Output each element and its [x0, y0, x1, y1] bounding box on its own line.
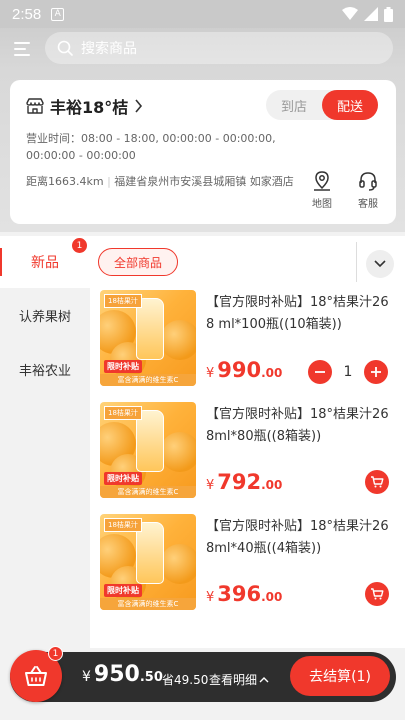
map-label: 地图: [312, 199, 332, 210]
savings-text: 省49.50: [162, 673, 209, 687]
product-card[interactable]: 18桔果汁 限时补贴 富含满满的维生素C 【官方限时补贴】18°桔果汁268 m…: [90, 288, 405, 398]
product-price: ¥ 990 .00: [206, 358, 283, 382]
status-icons: [342, 6, 393, 22]
category-sidebar: 认养果树 丰裕农业: [0, 288, 90, 608]
product-list: 18桔果汁 限时补贴 富含满满的维生素C 【官方限时补贴】18°桔果汁268 m…: [90, 288, 405, 648]
store-icon: [26, 98, 44, 114]
search-icon: [57, 40, 73, 56]
store-distance: 距离1663.4km: [26, 175, 104, 188]
map-button[interactable]: 地图: [304, 170, 340, 210]
notification-icon: A: [51, 7, 65, 21]
checkout-button[interactable]: 去结算(1): [290, 656, 390, 696]
store-name: 丰裕18°桔: [50, 98, 129, 117]
store-address: 福建省泉州市安溪县城厢镇 如家酒店: [114, 175, 294, 188]
quantity-stepper: 1: [308, 360, 388, 384]
cart-icon: [371, 476, 384, 488]
expand-categories-button[interactable]: [366, 250, 394, 278]
product-image[interactable]: 18桔果汁 限时补贴 富含满满的维生素C: [100, 402, 196, 498]
image-tag: 18桔果汁: [104, 518, 142, 532]
image-promo: 限时补贴: [104, 360, 142, 373]
mode-pickup[interactable]: 到店: [266, 90, 322, 120]
plus-icon: [371, 367, 381, 377]
wifi-icon: [342, 7, 358, 20]
map-pin-icon: [314, 171, 330, 191]
chevron-down-icon: [374, 260, 386, 268]
image-promo: 限时补贴: [104, 472, 142, 485]
sidebar-item-adopt-tree[interactable]: 认养果树: [0, 288, 90, 342]
product-image[interactable]: 18桔果汁 限时补贴 富含满满的维生素C: [100, 290, 196, 386]
cart-count-badge: 1: [48, 646, 63, 661]
product-title[interactable]: 【官方限时补贴】18°桔果汁268ml*80瓶((8箱装)): [206, 404, 396, 448]
tab-new-badge: 1: [72, 238, 87, 253]
status-bar: 2:58 A: [0, 0, 405, 28]
chevron-right-icon: [135, 99, 143, 113]
battery-icon: [384, 6, 393, 22]
status-time: 2:58: [12, 5, 42, 23]
product-card[interactable]: 18桔果汁 限时补贴 富含满满的维生素C 【官方限时补贴】18°桔果汁268ml…: [90, 512, 405, 622]
product-price: ¥ 396 .00: [206, 582, 283, 606]
cart-total: ¥ 950 .50: [82, 662, 163, 687]
store-location: 距离1663.4km | 福建省泉州市安溪县城厢镇 如家酒店: [26, 175, 294, 188]
search-placeholder: 搜索商品: [81, 41, 137, 57]
category-tabs: 新品 1 全部商品: [0, 236, 405, 288]
product-image[interactable]: 18桔果汁 限时补贴 富含满满的维生素C: [100, 514, 196, 610]
minus-icon: [315, 371, 325, 373]
quantity-value: 1: [343, 364, 353, 380]
image-strip: 富含满满的维生素C: [100, 374, 196, 386]
menu-icon[interactable]: [14, 39, 36, 59]
headset-icon: [359, 172, 377, 191]
product-price: ¥ 792 .00: [206, 470, 283, 494]
store-name-link[interactable]: 丰裕18°桔: [26, 94, 143, 118]
product-title[interactable]: 【官方限时补贴】18°桔果汁268 ml*100瓶((10箱装)): [206, 292, 396, 336]
cart-icon: [371, 588, 384, 600]
increase-button[interactable]: [364, 360, 388, 384]
product-card[interactable]: 18桔果汁 限时补贴 富含满满的维生素C 【官方限时补贴】18°桔果汁268ml…: [90, 400, 405, 510]
shopping-basket-icon: [25, 666, 47, 686]
signal-icon: [364, 7, 378, 21]
search-input[interactable]: 搜索商品: [45, 32, 393, 64]
image-strip: 富含满满的维生素C: [100, 486, 196, 498]
chevron-up-icon: [259, 677, 269, 683]
view-details-link[interactable]: 查看明细: [209, 671, 269, 688]
decrease-button[interactable]: [308, 360, 332, 384]
image-promo: 限时补贴: [104, 584, 142, 597]
image-tag: 18桔果汁: [104, 294, 142, 308]
add-to-cart-button[interactable]: [365, 582, 389, 606]
product-title[interactable]: 【官方限时补贴】18°桔果汁268ml*40瓶((4箱装)): [206, 516, 396, 560]
sidebar-item-fengyu-agriculture[interactable]: 丰裕农业: [0, 342, 90, 396]
tab-all-products[interactable]: 全部商品: [98, 248, 178, 276]
divider: [356, 242, 357, 282]
image-strip: 富含满满的维生素C: [100, 598, 196, 610]
fulfillment-toggle: 到店 配送: [266, 90, 378, 120]
add-to-cart-button[interactable]: [365, 470, 389, 494]
image-tag: 18桔果汁: [104, 406, 142, 420]
store-card: 丰裕18°桔 到店 配送 营业时间：08:00 - 18:00, 00:00:0…: [10, 80, 396, 224]
service-label: 客服: [358, 199, 378, 210]
mode-delivery[interactable]: 配送: [322, 90, 378, 120]
customer-service-button[interactable]: 客服: [350, 170, 386, 210]
business-hours: 营业时间：08:00 - 18:00, 00:00:00 - 00:00:00,…: [26, 132, 276, 162]
